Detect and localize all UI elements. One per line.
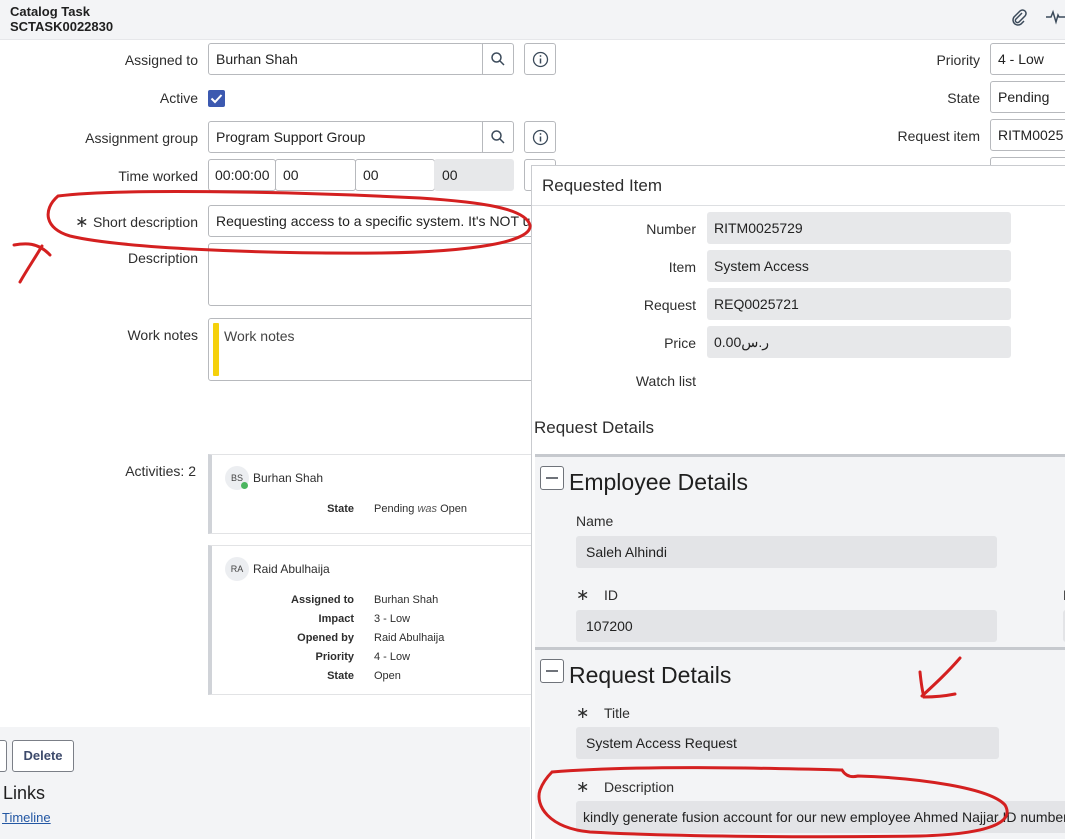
title-field: System Access Request: [576, 727, 999, 759]
state-label: State: [947, 90, 980, 106]
price-field: 0.00ر.س: [707, 326, 1011, 358]
required-asterisk: ∗: [75, 214, 93, 231]
assignment-group-lookup-button[interactable]: [482, 121, 514, 153]
assigned-to-label: Assigned to: [124, 52, 198, 68]
assignment-group-input[interactable]: Program Support Group: [208, 121, 484, 153]
collapse-toggle[interactable]: [540, 659, 564, 683]
request-item-label: Request item: [897, 128, 980, 144]
request-label: Request: [643, 297, 696, 313]
item-field: System Access: [707, 250, 1011, 282]
activity-entry: RA Raid Abulhaija Assigned to Burhan Sha…: [208, 545, 538, 695]
required-asterisk: ∗: [576, 587, 590, 604]
related-links-heading: Links: [3, 783, 46, 803]
online-status-dot: [241, 482, 248, 489]
name-field: Saleh Alhindi: [576, 536, 997, 568]
price-label: Price: [664, 335, 696, 351]
activity-field-value: Burhan Shah: [374, 594, 439, 606]
work-notes-textarea[interactable]: Work notes: [208, 318, 548, 381]
assigned-to-info-button[interactable]: [524, 43, 556, 75]
info-icon: [532, 129, 549, 146]
assignment-group-label: Assignment group: [85, 130, 198, 146]
timeline-link[interactable]: Timeline: [2, 810, 51, 825]
priority-label: Priority: [936, 52, 980, 68]
section-title: Employee Details: [569, 469, 748, 495]
avatar: RA: [225, 557, 249, 581]
required-asterisk: ∗: [576, 705, 590, 722]
delete-button[interactable]: Delete: [12, 740, 74, 772]
activity-field-key: Opened by: [297, 632, 354, 644]
assigned-to-input[interactable]: Burhan Shah: [208, 43, 484, 75]
required-asterisk: ∗: [576, 779, 590, 796]
request-details-heading: Request Details: [534, 418, 655, 437]
search-icon: [491, 52, 505, 66]
activity-field-key: State: [327, 503, 354, 515]
activities-label: Activities: 2: [125, 463, 196, 479]
active-label: Active: [159, 90, 198, 106]
time-worked-minutes[interactable]: 00: [355, 159, 435, 191]
checkmark-icon: [210, 94, 223, 104]
work-notes-placeholder: Work notes: [224, 328, 295, 344]
section-title: Request Details: [569, 662, 732, 688]
description-label: Description: [604, 779, 675, 795]
preview-header: Requested Item: [532, 166, 1065, 206]
state-select[interactable]: Pending: [990, 81, 1065, 113]
paperclip-icon[interactable]: [1010, 8, 1030, 28]
collapse-toggle[interactable]: [540, 466, 564, 490]
active-checkbox[interactable]: [208, 90, 225, 107]
search-icon: [491, 130, 505, 144]
form-header: Catalog Task SCTASK0022830: [0, 0, 1065, 40]
time-worked-hours[interactable]: 00: [275, 159, 356, 191]
activity-field-value: Pending was Open: [374, 503, 467, 515]
activity-author: Burhan Shah: [253, 471, 324, 485]
activity-field-key: Impact: [318, 613, 354, 625]
activity-field-value: Open: [374, 670, 401, 682]
description-textarea[interactable]: [208, 243, 548, 306]
activity-field-value: 4 - Low: [374, 651, 411, 663]
activity-field-value: 3 - Low: [374, 613, 411, 625]
activity-author: Raid Abulhaija: [253, 562, 330, 576]
request-details-section: Request Details ∗ Title System Access Re…: [535, 647, 1065, 839]
work-notes-indicator: [213, 323, 219, 376]
short-description-input[interactable]: Requesting access to a specific system. …: [208, 205, 548, 237]
priority-select[interactable]: 4 - Low: [990, 43, 1065, 75]
activity-pulse-icon[interactable]: [1045, 8, 1065, 28]
request-item-input[interactable]: RITM0025: [990, 119, 1065, 151]
requested-item-preview: Requested Item Number RITM0025729 Item S…: [531, 165, 1065, 839]
activity-field-value: Raid Abulhaija: [374, 632, 445, 644]
preview-title: Requested Item: [542, 176, 663, 195]
time-worked-label: Time worked: [118, 168, 198, 184]
time-worked-total: 00:00:00: [208, 159, 276, 191]
form-footer: [0, 727, 530, 839]
number-label: Number: [646, 221, 696, 237]
number-field: RITM0025729: [707, 212, 1011, 244]
description-field: kindly generate fusion account for our n…: [576, 801, 1065, 833]
name-label: Name: [576, 513, 614, 529]
activity-entry: BS Burhan Shah State Pending was Open: [208, 454, 538, 534]
info-icon: [532, 51, 549, 68]
activity-field-key: State: [327, 670, 354, 682]
title-label: Title: [604, 705, 630, 721]
description-label: Description: [127, 250, 198, 266]
activity-field-key: Assigned to: [291, 594, 354, 606]
item-label: Item: [668, 259, 696, 275]
employee-details-section: Employee Details Name Saleh Alhindi ∗ ID…: [535, 454, 1065, 649]
id-label: ID: [604, 587, 618, 603]
short-description-label: ∗ Short description: [75, 214, 198, 231]
assignment-group-info-button[interactable]: [524, 121, 556, 153]
assigned-to-lookup-button[interactable]: [482, 43, 514, 75]
id-field: 107200: [576, 610, 997, 642]
record-number: SCTASK0022830: [10, 19, 114, 34]
request-field: REQ0025721: [707, 288, 1011, 320]
time-worked-seconds: 00: [434, 159, 514, 191]
watch-list-label: Watch list: [635, 373, 696, 389]
update-button[interactable]: [0, 740, 7, 772]
work-notes-label: Work notes: [127, 327, 198, 343]
form-title: Catalog Task: [10, 4, 90, 19]
activity-field-key: Priority: [315, 651, 354, 663]
